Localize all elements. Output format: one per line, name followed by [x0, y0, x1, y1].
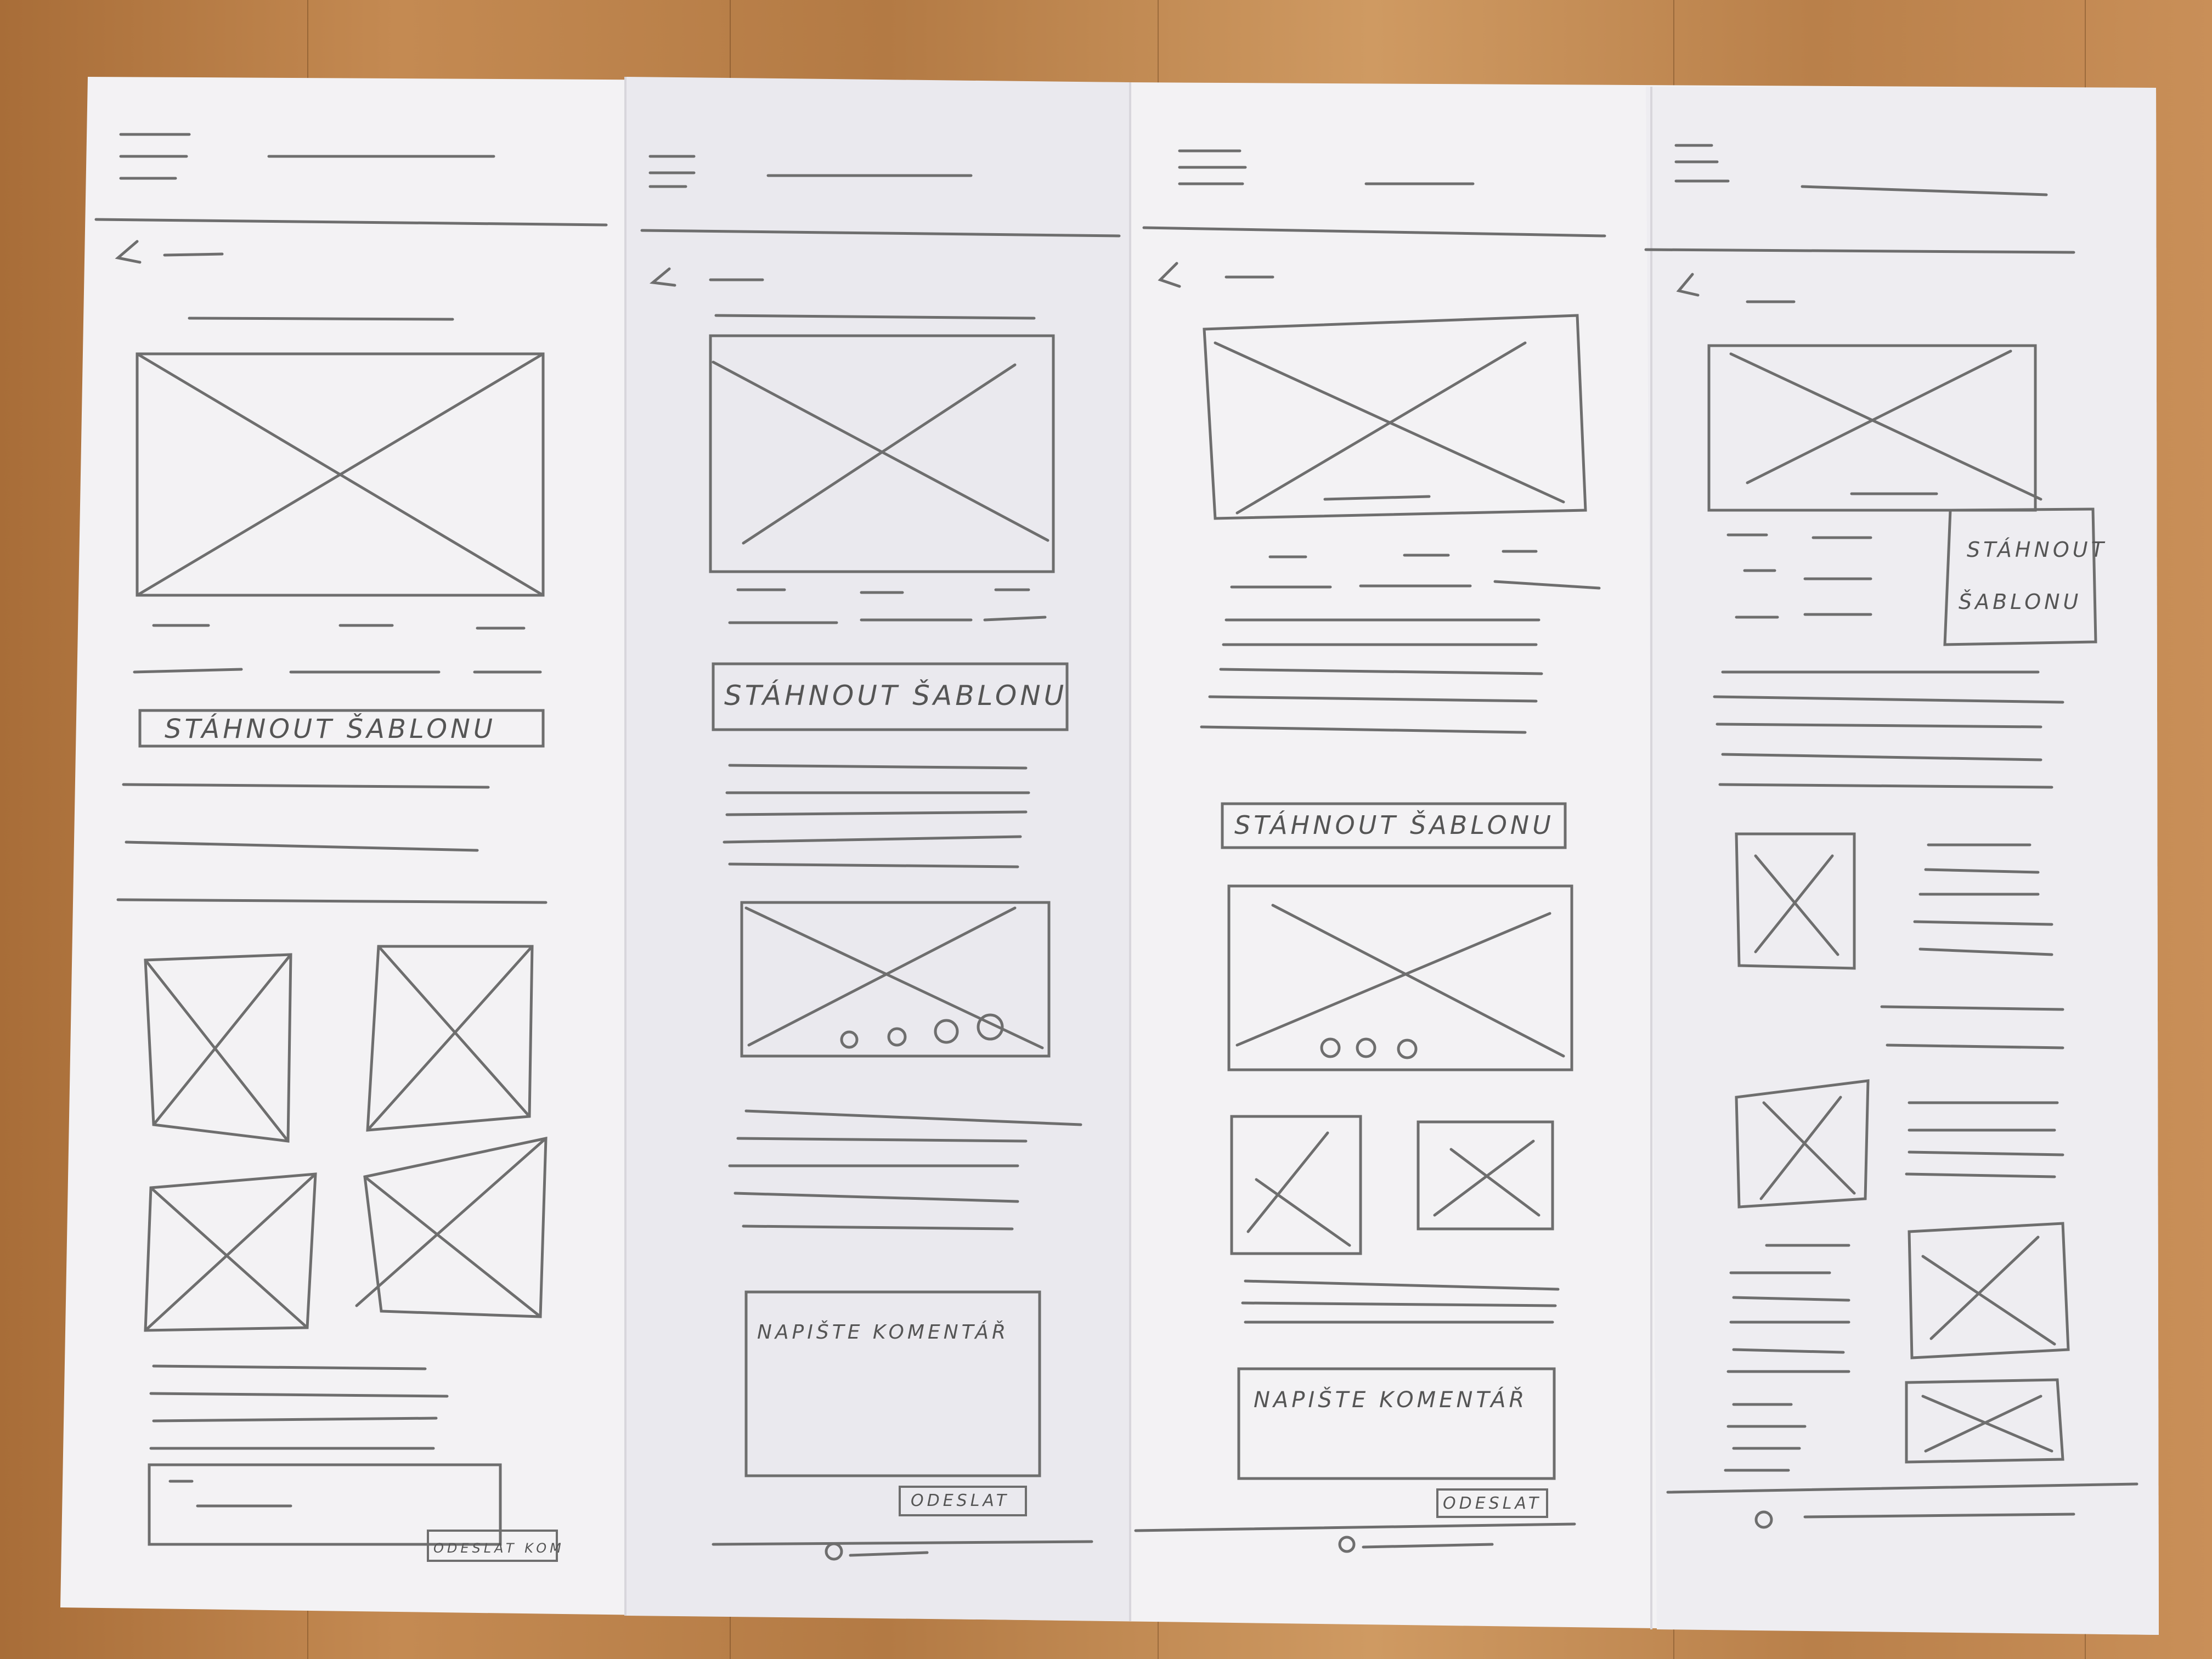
paper-sketch: STÁHNOUT ŠABLONU STÁHNOUT ŠABLONU STÁHNO…: [60, 77, 2159, 1635]
fold-panel-shade: [1646, 87, 2159, 1635]
download-template-label-1: STÁHNOUT ŠABLONU: [165, 713, 496, 744]
send-button-label-3: ODESLAT: [1443, 1494, 1542, 1513]
send-button-label-2: ODESLAT: [911, 1491, 1009, 1510]
download-template-label-3: STÁHNOUT ŠABLONU: [1234, 810, 1554, 840]
comment-placeholder-2: NAPIŠTE KOMENTÁŘ: [757, 1321, 1009, 1344]
send-button-label-1: ODESLAT KOM: [433, 1541, 565, 1556]
fold-panel-shade: [625, 77, 1130, 1621]
download-template-label-4a: STÁHNOUT: [1967, 538, 2107, 562]
comment-placeholder-3: NAPIŠTE KOMENTÁŘ: [1254, 1386, 1527, 1413]
download-template-label-4b: ŠABLONU: [1959, 590, 2081, 614]
download-template-label-2: STÁHNOUT ŠABLONU: [724, 679, 1067, 712]
title-line: [188, 317, 454, 321]
